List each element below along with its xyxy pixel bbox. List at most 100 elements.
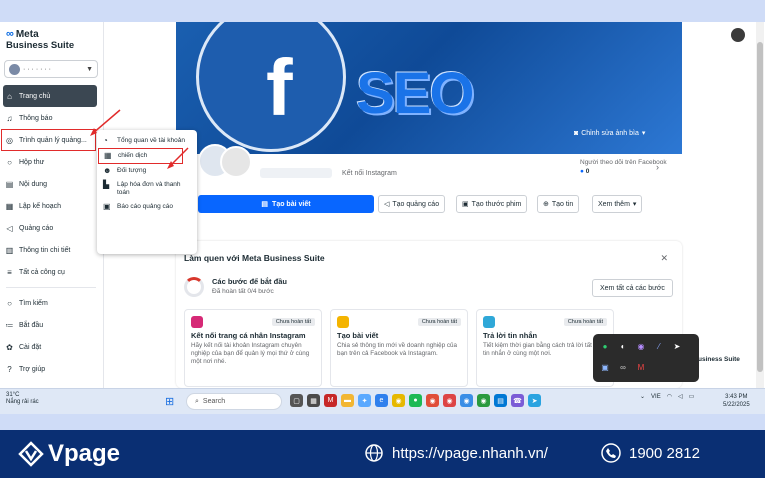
weather-widget[interactable]: 31°C Nắng rải rác — [6, 392, 39, 406]
scrollbar-thumb[interactable] — [757, 42, 763, 372]
sidebar-item-notifications[interactable]: ♫ Thông báo — [0, 107, 102, 129]
volume-icon[interactable]: ◁ — [678, 393, 683, 400]
battery-icon[interactable]: ▭ — [689, 393, 695, 400]
more-button[interactable]: Xem thêm ▾ — [592, 195, 643, 213]
cover-photo: f SEO ◙ Chỉnh sửa ảnh bìa ▾ — [176, 22, 682, 154]
user-avatar[interactable] — [731, 28, 745, 42]
chrome-profile3-icon[interactable]: ◉ — [460, 394, 473, 407]
sidebar-item-ads-manager[interactable]: ◎ Trình quản lý quảng... — [1, 129, 96, 151]
sidebar-item-label: Cài đặt — [19, 343, 42, 351]
pen-tray-icon[interactable]: ⁄ — [652, 339, 666, 353]
spotify-tray-icon[interactable]: ● — [598, 339, 612, 353]
account-switcher[interactable]: · · · · · · · ▼ — [4, 60, 98, 78]
clock-date: 5/22/2025 — [723, 402, 750, 408]
sidebar-item-ads[interactable]: ◁ Quảng cáo — [0, 217, 102, 239]
close-icon[interactable]: ✕ — [660, 253, 668, 264]
website-link[interactable]: https://vpage.nhanh.vn/ — [364, 443, 548, 463]
sidebar-item-search[interactable]: ○ Tìm kiếm — [0, 292, 102, 314]
taskview-icon[interactable]: ▢ — [290, 394, 303, 407]
sidebar-item-content[interactable]: ▤ Nội dung — [0, 173, 102, 195]
sidebar-item-planner[interactable]: ▦ Lập kế hoạch — [0, 195, 102, 217]
drive-tray-icon[interactable]: ◐ — [616, 339, 630, 353]
mcafee-icon[interactable]: M — [324, 394, 337, 407]
folder-icon[interactable]: ▬ — [341, 394, 354, 407]
vpage-logo[interactable]: Vpage — [18, 440, 120, 468]
sidebar-item-start[interactable]: ≔ Bắt đầu — [0, 314, 102, 336]
dropdown-item-billing[interactable]: ▙ Lập hóa đơn và thanh toán — [97, 178, 197, 200]
see-all-steps-button[interactable]: Xem tất cả các bước — [592, 279, 673, 297]
chevron-right-icon[interactable]: › — [656, 162, 659, 172]
sidebar-item-help[interactable]: ? Trợ giúp — [0, 358, 102, 380]
step-icon — [337, 316, 349, 328]
sidebar-item-label: Quảng cáo — [19, 224, 54, 232]
dropdown-item-audience[interactable]: ☻ Đối tượng — [97, 164, 197, 178]
step-title: Tạo bài viết — [337, 331, 379, 340]
account-name: · · · · · · · — [23, 65, 51, 73]
telegram-tray-icon[interactable]: ➤ — [670, 339, 684, 353]
reel-icon: ▣ — [462, 201, 469, 208]
taskbar-search[interactable]: ⌕ Search — [186, 393, 282, 410]
step-desc: Chia sẻ thông tin mới về doanh nghiệp củ… — [337, 342, 458, 357]
app-tray-icon[interactable]: ▣ — [598, 360, 612, 374]
meta-logo[interactable]: ∞ Meta Business Suite — [6, 28, 101, 51]
sidebar-item-settings[interactable]: ✿ Cài đặt — [0, 336, 102, 358]
sidebar-item-insights[interactable]: ▥ Thông tin chi tiết — [0, 239, 102, 261]
telegram-icon[interactable]: ➤ — [528, 394, 541, 407]
top-band — [0, 0, 765, 22]
gmail-tray-icon[interactable]: M — [634, 360, 648, 374]
clock[interactable]: 3:43 PM 5/22/2025 — [723, 393, 750, 409]
create-story-button[interactable]: ⊕ Tạo tin — [537, 195, 580, 213]
chrome-icon[interactable]: ◉ — [392, 394, 405, 407]
sidebar-item-all-tools[interactable]: ≡ Tất cả công cụ — [0, 261, 102, 283]
scrollbar[interactable] — [756, 22, 764, 388]
chrome-profile2-icon[interactable]: ◉ — [443, 394, 456, 407]
dropdown-item-campaign[interactable]: ▦ chiến dịch — [98, 148, 183, 164]
language-indicator[interactable]: VIE — [651, 394, 661, 400]
sidebar-item-label: Nội dung — [19, 180, 48, 188]
step-card[interactable]: Chưa hoàn tất Kết nối trang cá nhân Insta… — [184, 309, 322, 387]
create-ad-button[interactable]: ◁ Tạo quảng cáo — [378, 195, 446, 213]
sidebar-item-inbox[interactable]: ○ Hộp thư — [0, 151, 102, 173]
tray-overflow-popup: ● ◐ ◉ ⁄ ➤ ▣ ∞ M — [593, 334, 699, 382]
wifi-icon[interactable]: ◠ — [667, 393, 672, 400]
link-tray-icon[interactable]: ∞ — [616, 360, 630, 374]
sidebar-item-label: Tất cả công cụ — [19, 268, 65, 276]
progress-text: Đã hoàn tất 0/4 bước — [212, 288, 274, 295]
page-name-redacted — [260, 168, 332, 178]
profile-row: Kết nối Instagram Người theo dõi trên Fa… — [176, 144, 682, 194]
chevron-down-icon: ▼ — [86, 65, 93, 73]
step-card[interactable]: Chưa hoàn tất Tạo bài viết Chia sẻ thông t… — [330, 309, 468, 387]
dropdown-item-report[interactable]: ▣ Báo cáo quảng cáo — [97, 200, 197, 214]
chrome-profile-icon[interactable]: ◉ — [426, 394, 439, 407]
windows-start-icon[interactable]: ⊞ — [165, 395, 174, 408]
messenger-tray-icon[interactable]: ◉ — [634, 339, 648, 353]
story-icon: ⊕ — [543, 201, 549, 208]
copilot-icon[interactable]: ✦ — [358, 394, 371, 407]
weather-desc: Nắng rải rác — [6, 399, 39, 405]
create-post-button[interactable]: ▤ Tạo bài viết — [198, 195, 374, 213]
tray-expand-icon[interactable]: ⌄ — [640, 393, 645, 400]
megaphone-icon: ◁ — [384, 201, 390, 208]
connect-instagram-link[interactable]: Kết nối Instagram — [342, 170, 397, 177]
progress-ring — [184, 277, 204, 297]
dropdown-item-overview[interactable]: ◔ Tổng quan về tài khoản — [97, 134, 197, 148]
help-icon: ? — [7, 364, 12, 374]
chrome-profile4-icon[interactable]: ◉ — [477, 394, 490, 407]
edit-cover-button[interactable]: ◙ Chỉnh sửa ảnh bìa ▾ — [574, 126, 645, 140]
followers-box[interactable]: Người theo dõi trên Facebook ● 0 — [580, 158, 667, 176]
viber-icon[interactable]: ☎ — [511, 394, 524, 407]
taskbar-apps: ▢ ▦ M ▬ ✦ e ◉ ● ◉ ◉ ◉ ◉ ▤ ☎ ➤ — [290, 394, 541, 407]
widgets-icon[interactable]: ▦ — [307, 394, 320, 407]
hotline[interactable]: 1900 2812 — [601, 443, 700, 463]
spotify-icon[interactable]: ● — [409, 394, 422, 407]
sidebar-item-home[interactable]: ⌂ Trang chủ — [3, 85, 97, 107]
cover-seo-text: SEO — [356, 61, 474, 126]
instagram-picture[interactable] — [220, 146, 252, 178]
step-icon — [483, 316, 495, 328]
card-title: Làm quen với Meta Business Suite — [184, 253, 325, 263]
create-reel-button[interactable]: ▣ Tạo thước phim — [456, 195, 528, 213]
campaign-icon: ▦ — [104, 151, 112, 160]
edge-icon[interactable]: e — [375, 394, 388, 407]
store-icon[interactable]: ▤ — [494, 394, 507, 407]
chat-icon: ○ — [7, 157, 12, 167]
